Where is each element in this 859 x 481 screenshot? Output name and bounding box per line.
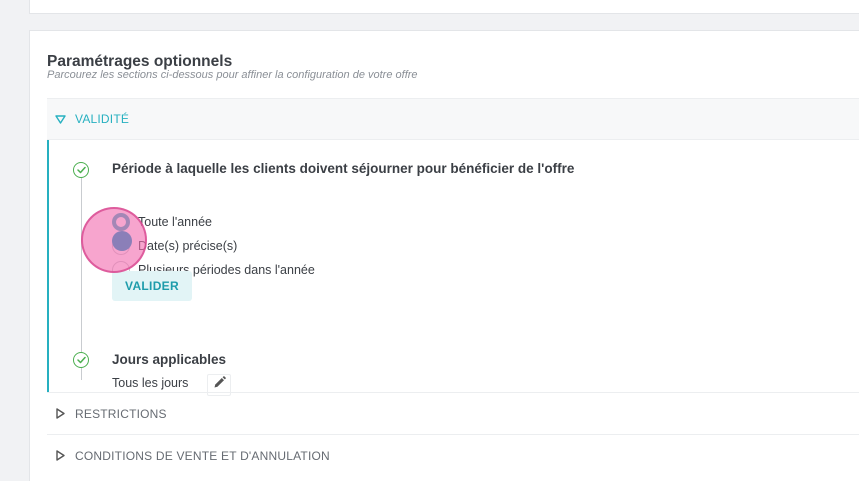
optional-settings-panel: Paramétrages optionnels Parcourez les se… bbox=[29, 30, 859, 481]
check-circle-icon bbox=[73, 162, 89, 178]
triangle-down-icon bbox=[51, 114, 69, 124]
triangle-right-icon bbox=[51, 408, 69, 419]
timeline-line bbox=[81, 170, 82, 380]
triangle-right-icon bbox=[51, 450, 69, 461]
radio-label: Toute l'année bbox=[138, 215, 212, 229]
radio-label: Date(s) précise(s) bbox=[138, 239, 238, 253]
check-circle-icon bbox=[73, 352, 89, 368]
section-label-conditions: CONDITIONS DE VENTE ET D'ANNULATION bbox=[75, 448, 330, 463]
applicable-days-value: Tous les jours bbox=[112, 376, 189, 390]
validite-section-body: Période à laquelle les clients doivent s… bbox=[47, 140, 859, 396]
section-header-conditions[interactable]: CONDITIONS DE VENTE ET D'ANNULATION bbox=[47, 434, 859, 476]
validate-button[interactable]: VALIDER bbox=[112, 271, 192, 301]
radio-option-dates-precises[interactable]: Date(s) précise(s) bbox=[112, 236, 237, 256]
panel-subtitle: Parcourez les sections ci-dessous pour a… bbox=[47, 69, 418, 81]
radio-button-checked[interactable] bbox=[112, 213, 130, 231]
radio-button[interactable] bbox=[112, 237, 130, 255]
radio-option-toute-annee[interactable]: Toute l'année bbox=[112, 212, 212, 232]
section-label-validite: VALIDITÉ bbox=[75, 112, 130, 126]
section-label-restrictions: RESTRICTIONS bbox=[75, 406, 167, 421]
step-title-days: Jours applicables bbox=[112, 352, 227, 367]
section-header-restrictions[interactable]: RESTRICTIONS bbox=[47, 392, 859, 434]
section-header-validite[interactable]: VALIDITÉ bbox=[47, 98, 859, 140]
previous-card bbox=[29, 0, 859, 14]
step-title-period: Période à laquelle les clients doivent s… bbox=[112, 161, 575, 176]
